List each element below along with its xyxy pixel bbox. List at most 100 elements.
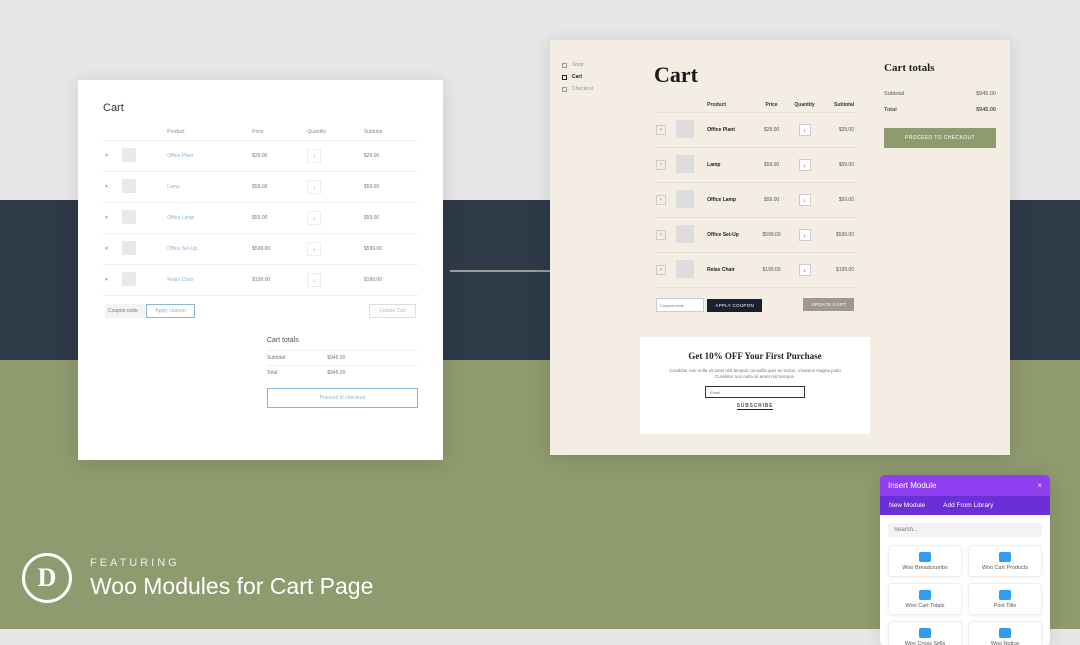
remove-icon[interactable]: × xyxy=(656,230,666,240)
qty-input[interactable]: 1 xyxy=(799,124,811,136)
subscribe-button[interactable]: SUBSCRIBE xyxy=(737,403,774,410)
remove-icon[interactable]: × xyxy=(105,184,108,190)
product-link[interactable]: Lamp xyxy=(167,184,180,190)
nav-shop[interactable]: Shop xyxy=(562,62,628,68)
col-price: Price xyxy=(756,98,787,113)
price-cell: $199.00 xyxy=(250,265,305,296)
product-link[interactable]: Office Set-Up xyxy=(167,246,197,252)
total-value: $945.00 xyxy=(976,107,996,113)
product-link[interactable]: Office Plant xyxy=(707,127,735,133)
remove-icon[interactable]: × xyxy=(105,246,108,252)
table-row: ×Office Set-Up$599.001$599.00 xyxy=(103,234,418,265)
subtotal-cell: $59.00 xyxy=(362,203,418,234)
subtotal-label: Subtotal xyxy=(267,355,327,361)
apply-coupon-button[interactable]: APPLY COUPON xyxy=(707,299,762,312)
price-cell: $29.00 xyxy=(756,113,787,148)
price-cell: $599.00 xyxy=(250,234,305,265)
qty-input[interactable]: 1 xyxy=(307,273,321,287)
product-link[interactable]: Office Lamp xyxy=(167,215,194,221)
qty-input[interactable]: 1 xyxy=(307,242,321,256)
subtotal-cell: $199.00 xyxy=(822,253,856,288)
remove-icon[interactable]: × xyxy=(656,160,666,170)
subtotal-value: $945.00 xyxy=(327,355,345,361)
total-label: Total xyxy=(267,370,327,376)
col-price: Price xyxy=(250,124,305,141)
table-row: ×Office Set-Up$599.001$599.00 xyxy=(654,218,856,253)
qty-input[interactable]: 1 xyxy=(307,149,321,163)
side-nav: Shop Cart Checkout xyxy=(550,40,640,455)
cart-totals: Cart totals Subtotal$945.00 Total$945.00… xyxy=(267,337,418,408)
remove-icon[interactable]: × xyxy=(656,125,666,135)
cart-icon xyxy=(562,75,567,80)
qty-input[interactable]: 1 xyxy=(799,229,811,241)
promo-title: Get 10% OFF Your First Purchase xyxy=(662,351,848,363)
table-row: ×Relax Chair$199.001$199.00 xyxy=(103,265,418,296)
qty-input[interactable]: 1 xyxy=(307,211,321,225)
update-cart-button[interactable]: Update Cart xyxy=(369,304,416,318)
col-product: Product xyxy=(705,98,756,113)
qty-input[interactable]: 1 xyxy=(799,194,811,206)
product-link[interactable]: Office Lamp xyxy=(707,197,736,203)
remove-icon[interactable]: × xyxy=(656,265,666,275)
price-cell: $199.00 xyxy=(756,253,787,288)
close-icon[interactable]: × xyxy=(1037,481,1042,490)
subtotal-cell: $29.00 xyxy=(822,113,856,148)
price-cell: $599.00 xyxy=(756,218,787,253)
remove-icon[interactable]: × xyxy=(105,277,108,283)
nav-cart[interactable]: Cart xyxy=(562,74,628,80)
eyebrow: FEATURING xyxy=(90,557,373,569)
product-link[interactable]: Relax Chair xyxy=(167,277,193,283)
qty-input[interactable]: 1 xyxy=(307,180,321,194)
product-thumb xyxy=(122,148,136,162)
table-row: ×Office Lamp$59.001$59.00 xyxy=(654,183,856,218)
apply-coupon-button[interactable]: Apply coupon xyxy=(146,304,194,318)
price-cell: $59.00 xyxy=(250,172,305,203)
module-woo-cross-sells[interactable]: Woo Cross Sells xyxy=(888,621,962,645)
table-row: ×Lamp$59.001$59.00 xyxy=(654,148,856,183)
panel-title: Insert Module xyxy=(888,481,936,490)
module-post-title[interactable]: Post Title xyxy=(968,583,1042,615)
email-input[interactable] xyxy=(705,386,805,398)
subtotal-cell: $199.00 xyxy=(362,265,418,296)
coupon-input[interactable] xyxy=(105,304,145,318)
product-thumb xyxy=(122,241,136,255)
product-link[interactable]: Office Plant xyxy=(167,153,193,159)
price-cell: $29.00 xyxy=(250,141,305,172)
update-cart-button[interactable]: UPDATE CART xyxy=(803,298,854,311)
cart-before-card: Cart Product Price Quantity Subtotal ×Of… xyxy=(78,80,443,460)
product-thumb xyxy=(122,272,136,286)
product-link[interactable]: Lamp xyxy=(707,162,720,168)
divi-logo-icon: D xyxy=(22,553,72,603)
cart-after-card: Shop Cart Checkout Cart Product Price Qu… xyxy=(550,40,1010,455)
qty-input[interactable]: 1 xyxy=(799,264,811,276)
module-woo-cart-totals[interactable]: Woo Cart Totals xyxy=(888,583,962,615)
module-search-input[interactable] xyxy=(888,523,1042,537)
cart-title: Cart xyxy=(103,102,418,114)
remove-icon[interactable]: × xyxy=(105,215,108,221)
product-link[interactable]: Office Set-Up xyxy=(707,232,739,238)
product-thumb xyxy=(676,155,694,173)
remove-icon[interactable]: × xyxy=(656,195,666,205)
module-icon xyxy=(999,628,1011,638)
proceed-checkout-button[interactable]: Proceed to checkout xyxy=(267,388,418,408)
cart-table: Product Price Quantity Subtotal ×Office … xyxy=(103,124,418,325)
table-row: ×Office Lamp$59.001$59.00 xyxy=(103,203,418,234)
qty-input[interactable]: 1 xyxy=(799,159,811,171)
coupon-input[interactable] xyxy=(656,298,704,312)
proceed-checkout-button[interactable]: PROCEED TO CHECKOUT xyxy=(884,128,996,148)
tab-add-from-library[interactable]: Add From Library xyxy=(934,496,1002,515)
totals-title: Cart totals xyxy=(267,337,418,344)
subtotal-cell: $59.00 xyxy=(822,183,856,218)
remove-icon[interactable]: × xyxy=(105,153,108,159)
module-icon xyxy=(999,590,1011,600)
nav-checkout[interactable]: Checkout xyxy=(562,86,628,92)
product-thumb xyxy=(676,225,694,243)
module-woo-breadcrumbs[interactable]: Woo Breadcrumbs xyxy=(888,545,962,577)
product-link[interactable]: Relax Chair xyxy=(707,267,735,273)
tab-new-module[interactable]: New Module xyxy=(880,496,934,515)
product-thumb xyxy=(676,260,694,278)
module-icon xyxy=(919,552,931,562)
module-icon xyxy=(999,552,1011,562)
module-woo-cart-products[interactable]: Woo Cart Products xyxy=(968,545,1042,577)
module-woo-notice[interactable]: Woo Notice xyxy=(968,621,1042,645)
